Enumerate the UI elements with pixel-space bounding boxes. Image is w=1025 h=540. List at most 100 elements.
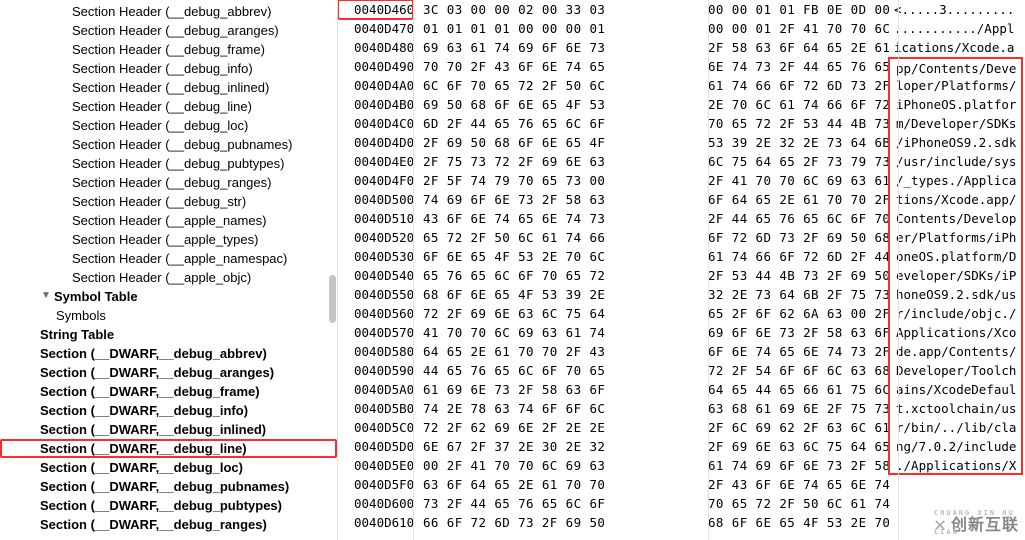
- tree-item-label: Section (__DWARF,__debug_loc): [40, 460, 243, 475]
- tree-item[interactable]: Section Header (__debug_info): [0, 59, 337, 78]
- hex-bytes-right: 00 00 01 01 FB 0E 0D 00: [698, 0, 888, 19]
- hex-bytes-right: 6E 74 73 2F 44 65 76 65: [698, 57, 888, 76]
- hex-address: 0040D460: [338, 0, 413, 19]
- hex-ascii: r/include/objc./: [888, 304, 1023, 323]
- disclosure-triangle-icon[interactable]: ▼: [40, 290, 52, 301]
- tree-item[interactable]: Section Header (__apple_objc): [0, 268, 337, 287]
- hex-row[interactable]: 0040D4D02F 69 50 68 6F 6E 65 4F53 39 2E …: [338, 133, 1025, 152]
- tree-item-label: Section (__DWARF,__debug_info): [40, 403, 248, 418]
- hex-row[interactable]: 0040D47001 01 01 01 00 00 00 0100 00 01 …: [338, 19, 1025, 38]
- tree-item[interactable]: Section (__DWARF,__debug_abbrev): [0, 344, 337, 363]
- tree-item[interactable]: Section Header (__apple_namespac): [0, 249, 337, 268]
- hex-row[interactable]: 0040D5306F 6E 65 4F 53 2E 70 6C61 74 66 …: [338, 247, 1025, 266]
- tree-item[interactable]: Section Header (__debug_pubtypes): [0, 154, 337, 173]
- tree-item[interactable]: Section (__DWARF,__debug_loc): [0, 458, 337, 477]
- hex-row[interactable]: 0040D5A061 69 6E 73 2F 58 63 6F64 65 44 …: [338, 380, 1025, 399]
- tree-item[interactable]: Section (__DWARF,__debug_info): [0, 401, 337, 420]
- hex-row[interactable]: 0040D4B069 50 68 6F 6E 65 4F 532E 70 6C …: [338, 95, 1025, 114]
- hex-bytes-right: 6C 75 64 65 2F 73 79 73: [698, 152, 888, 171]
- hex-bytes-left: 69 50 68 6F 6E 65 4F 53: [413, 95, 698, 114]
- tree-item[interactable]: Section Header (__debug_ranges): [0, 173, 337, 192]
- hex-row[interactable]: 0040D5F063 6F 64 65 2E 61 70 702F 43 6F …: [338, 475, 1025, 494]
- hex-row[interactable]: 0040D4F02F 5F 74 79 70 65 73 002F 41 70 …: [338, 171, 1025, 190]
- tree-item[interactable]: Section Header (__debug_line): [0, 97, 337, 116]
- hex-row[interactable]: 0040D5C072 2F 62 69 6E 2F 2E 2E2F 6C 69 …: [338, 418, 1025, 437]
- hex-row[interactable]: 0040D49070 70 2F 43 6F 6E 74 656E 74 73 …: [338, 57, 1025, 76]
- hex-row[interactable]: 0040D5D06E 67 2F 37 2E 30 2E 322F 69 6E …: [338, 437, 1025, 456]
- sidebar-scrollbar[interactable]: [329, 0, 336, 540]
- hex-address: 0040D500: [338, 190, 413, 209]
- hex-row[interactable]: 0040D4E02F 75 73 72 2F 69 6E 636C 75 64 …: [338, 152, 1025, 171]
- sidebar-scrollbar-thumb[interactable]: [329, 275, 336, 323]
- hex-row[interactable]: 0040D4C06D 2F 44 65 76 65 6C 6F70 65 72 …: [338, 114, 1025, 133]
- tree-item[interactable]: Section (__DWARF,__debug_aranges): [0, 363, 337, 382]
- tree-item-label: Section Header (__debug_aranges): [72, 23, 279, 38]
- hex-ascii: er/Platforms/iPh: [888, 228, 1023, 247]
- hex-row[interactable]: 0040D61066 6F 72 6D 73 2F 69 5068 6F 6E …: [338, 513, 1025, 532]
- hex-bytes-left: 65 72 2F 50 6C 61 74 66: [413, 228, 698, 247]
- hex-bytes-right: 6F 72 6D 73 2F 69 50 68: [698, 228, 888, 247]
- hex-view[interactable]: 0040D4603C 03 00 00 02 00 33 0300 00 01 …: [338, 0, 1025, 540]
- hex-ascii: Developer/Toolch: [888, 361, 1023, 380]
- tree-item[interactable]: Section Header (__apple_types): [0, 230, 337, 249]
- hex-address: 0040D510: [338, 209, 413, 228]
- tree-item[interactable]: Section Header (__apple_names): [0, 211, 337, 230]
- hex-row[interactable]: 0040D60073 2F 44 65 76 65 6C 6F70 65 72 …: [338, 494, 1025, 513]
- hex-row[interactable]: 0040D51043 6F 6E 74 65 6E 74 732F 44 65 …: [338, 209, 1025, 228]
- hex-ascii: Applications/Xco: [888, 323, 1023, 342]
- hex-bytes-right: 61 74 69 6F 6E 73 2F 58: [698, 456, 888, 475]
- hex-row[interactable]: 0040D5E000 2F 41 70 70 6C 69 6361 74 69 …: [338, 456, 1025, 475]
- hex-bytes-left: 70 70 2F 43 6F 6E 74 65: [413, 57, 698, 76]
- tree-item[interactable]: Symbols: [0, 306, 337, 325]
- hex-row[interactable]: 0040D56072 2F 69 6E 63 6C 75 6465 2F 6F …: [338, 304, 1025, 323]
- tree-item[interactable]: Section Header (__debug_frame): [0, 40, 337, 59]
- tree-item-label: Section (__DWARF,__debug_aranges): [40, 365, 274, 380]
- hex-row[interactable]: 0040D58064 65 2E 61 70 70 2F 436F 6E 74 …: [338, 342, 1025, 361]
- sidebar-tree[interactable]: Section Header (__debug_abbrev) Section H…: [0, 0, 338, 540]
- tree-item[interactable]: Section Header (__debug_pubnames): [0, 135, 337, 154]
- hex-ascii: ./Applications/X: [888, 456, 1023, 475]
- hex-bytes-right: 6F 64 65 2E 61 70 70 2F: [698, 190, 888, 209]
- hex-address: 0040D530: [338, 247, 413, 266]
- hex-row[interactable]: 0040D4603C 03 00 00 02 00 33 0300 00 01 …: [338, 0, 1025, 19]
- tree-item[interactable]: Section (__DWARF,__debug_frame): [0, 382, 337, 401]
- tree-item-label: Section Header (__apple_names): [72, 213, 266, 228]
- watermark-subtext: CHUANG XIN HU LIAN: [934, 504, 1017, 540]
- tree-item[interactable]: Section Header (__debug_abbrev): [0, 2, 337, 21]
- hex-ascii: honeOS9.2.sdk/us: [888, 285, 1023, 304]
- hex-bytes-left: 72 2F 62 69 6E 2F 2E 2E: [413, 418, 698, 437]
- hex-address: 0040D540: [338, 266, 413, 285]
- tree-item[interactable]: String Table: [0, 325, 337, 344]
- hex-bytes-right: 32 2E 73 64 6B 2F 75 73: [698, 285, 888, 304]
- tree-item[interactable]: Section (__DWARF,__debug_line): [0, 439, 337, 458]
- hex-ascii: /_types./Applica: [888, 171, 1023, 190]
- tree-item[interactable]: Section Header (__debug_inlined): [0, 78, 337, 97]
- tree-item-label: Section Header (__debug_line): [72, 99, 252, 114]
- tree-item[interactable]: Section Header (__debug_aranges): [0, 21, 337, 40]
- tree-item-label: Section (__DWARF,__debug_pubnames): [40, 479, 289, 494]
- hex-row[interactable]: 0040D59044 65 76 65 6C 6F 70 6572 2F 54 …: [338, 361, 1025, 380]
- tree-item[interactable]: Section Header (__debug_loc): [0, 116, 337, 135]
- tree-item[interactable]: Section Header (__debug_str): [0, 192, 337, 211]
- hex-bytes-left: 6D 2F 44 65 76 65 6C 6F: [413, 114, 698, 133]
- tree-item[interactable]: Section (__DWARF,__debug_inlined): [0, 420, 337, 439]
- hex-row[interactable]: 0040D52065 72 2F 50 6C 61 74 666F 72 6D …: [338, 228, 1025, 247]
- tree-item-label: Section Header (__debug_pubtypes): [72, 156, 284, 171]
- tree-item-label: Section Header (__apple_objc): [72, 270, 251, 285]
- hex-row[interactable]: 0040D5B074 2E 78 63 74 6F 6F 6C63 68 61 …: [338, 399, 1025, 418]
- hex-row[interactable]: 0040D4A06C 6F 70 65 72 2F 50 6C61 74 66 …: [338, 76, 1025, 95]
- tree-item[interactable]: Section (__DWARF,__debug_pubtypes): [0, 496, 337, 515]
- hex-ascii: ications/Xcode.a: [888, 38, 1023, 57]
- hex-ascii: r/bin/../lib/cla: [888, 418, 1023, 437]
- hex-row[interactable]: 0040D54065 76 65 6C 6F 70 65 722F 53 44 …: [338, 266, 1025, 285]
- tree-item[interactable]: Section (__DWARF,__debug_pubnames): [0, 477, 337, 496]
- hex-row[interactable]: 0040D57041 70 70 6C 69 63 61 7469 6F 6E …: [338, 323, 1025, 342]
- hex-address: 0040D560: [338, 304, 413, 323]
- hex-row[interactable]: 0040D55068 6F 6E 65 4F 53 39 2E32 2E 73 …: [338, 285, 1025, 304]
- hex-row[interactable]: 0040D48069 63 61 74 69 6F 6E 732F 58 63 …: [338, 38, 1025, 57]
- tree-item[interactable]: ▼Symbol Table: [0, 287, 337, 306]
- tree-item-label: Symbol Table: [54, 289, 138, 304]
- hex-row[interactable]: 0040D50074 69 6F 6E 73 2F 58 636F 64 65 …: [338, 190, 1025, 209]
- tree-item[interactable]: Section (__DWARF,__debug_ranges): [0, 515, 337, 534]
- hex-bytes-right: 72 2F 54 6F 6F 6C 63 68: [698, 361, 888, 380]
